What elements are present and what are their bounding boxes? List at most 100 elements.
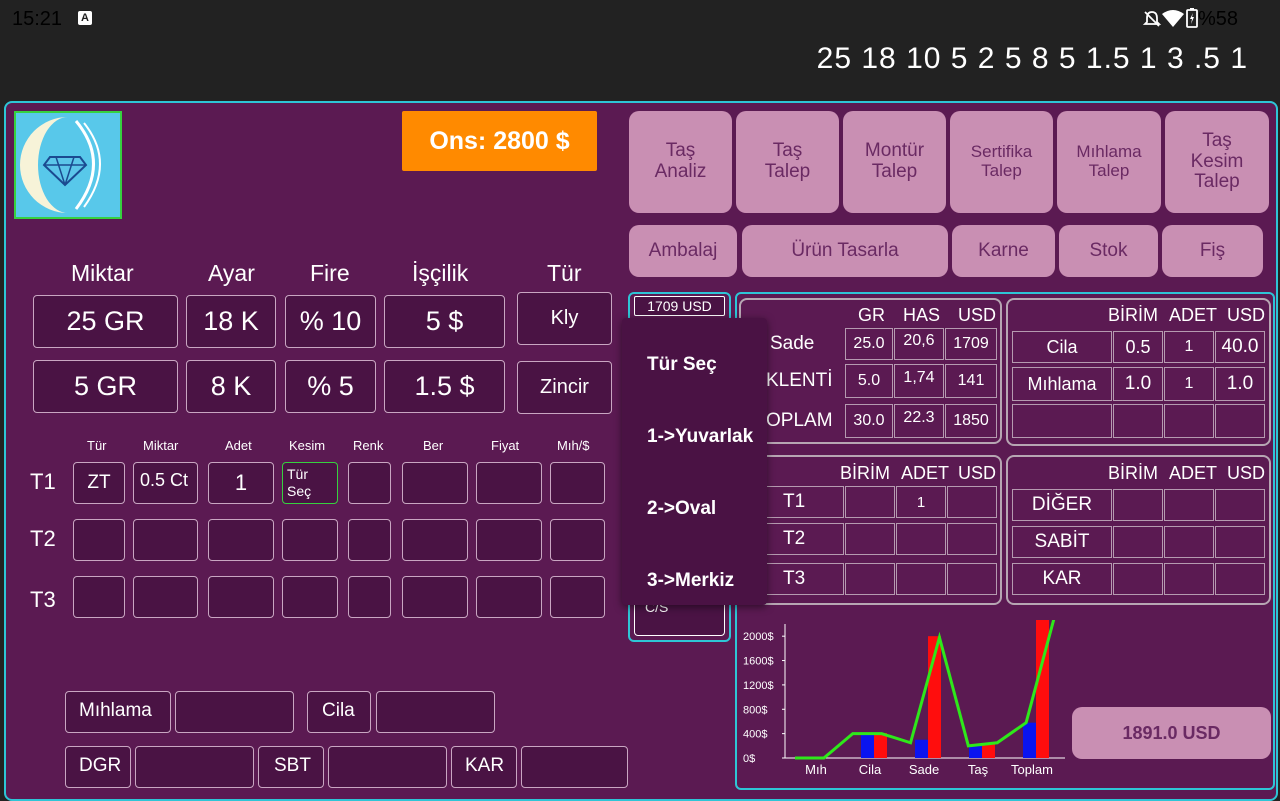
empty-cell [1215, 404, 1265, 438]
t3-tur-input[interactable] [73, 576, 125, 618]
sbt-input[interactable] [328, 746, 447, 788]
tas-talep-button[interactable]: Taş Talep [736, 111, 839, 213]
a-badge-icon: A [78, 11, 92, 25]
kar-input[interactable] [521, 746, 628, 788]
dgr-label-box: DGR [65, 746, 131, 788]
kar-row-label: KAR [1012, 563, 1112, 595]
row-label-t2: T2 [30, 526, 56, 551]
iscilik-input-1[interactable]: 5 $ [384, 295, 505, 348]
ayar-input-1[interactable]: 18 K [186, 295, 276, 348]
t3-ber-input[interactable] [402, 576, 468, 618]
ticker-values: 25 18 10 5 2 5 8 5 1.5 1 3 .5 1 [816, 42, 1248, 75]
ambalaj-button[interactable]: Ambalaj [629, 225, 737, 277]
stone-renk-header: Renk [353, 438, 384, 453]
sabit-row-label: SABİT [1012, 526, 1112, 558]
t1-adet-input[interactable]: 1 [208, 462, 274, 504]
t3-renk-input[interactable] [348, 576, 391, 618]
cila-birim-header: BİRİM [1108, 305, 1159, 325]
stone-adet-header: Adet [225, 438, 252, 453]
dropdown-title: Tür Seç [647, 354, 717, 375]
urun-tasarla-button[interactable]: Ürün Tasarla [742, 225, 948, 277]
tas-analiz-button[interactable]: Taş Analiz [629, 111, 732, 213]
cila-usd-cell: 40.0 [1215, 331, 1265, 363]
sertifika-talep-button[interactable]: Sertifika Talep [950, 111, 1053, 213]
extras-birim-header: BİRİM [1108, 463, 1159, 483]
usd-value-box: 1709 USD [634, 296, 725, 316]
t1-kesim-select[interactable]: Tür Seç [282, 462, 338, 504]
chart-x-tick-label: Sade [909, 762, 939, 777]
t2-renk-input[interactable] [348, 519, 391, 561]
t2-adet-input[interactable] [208, 519, 274, 561]
gold-gr-header: GR [858, 305, 885, 325]
t1-tur-input[interactable]: ZT [73, 462, 125, 504]
t3-miktar-input[interactable] [133, 576, 198, 618]
sbt-label-box: SBT [258, 746, 324, 788]
mihlama-row-label: Mıhlama [1012, 367, 1112, 401]
t3-mih-input[interactable] [550, 576, 605, 618]
t1-miktar-input[interactable]: 0.5 Ct [133, 462, 198, 504]
t3-adet-input[interactable] [208, 576, 274, 618]
fis-button[interactable]: Fiş [1162, 225, 1263, 277]
fire-header: Fire [310, 260, 350, 286]
ayar-input-2[interactable]: 8 K [186, 360, 276, 413]
diger-birim-cell [1113, 489, 1163, 521]
mihlama-input[interactable] [175, 691, 294, 733]
tur-select-2[interactable]: Zincir [517, 361, 612, 414]
stone-usd-header: USD [958, 463, 997, 483]
montur-talep-button[interactable]: Montür Talep [843, 111, 946, 213]
dropdown-option-oval[interactable]: 2->Oval [647, 498, 716, 520]
empty-cell [1113, 404, 1163, 438]
stone-adet-cell [896, 563, 946, 595]
chart-x-tick-label: Toplam [1011, 762, 1053, 777]
dgr-input[interactable] [135, 746, 254, 788]
t1-renk-input[interactable] [348, 462, 391, 504]
row-label-t1: T1 [30, 469, 56, 494]
diger-usd-cell [1215, 489, 1265, 521]
stone-usd-cell [947, 486, 997, 518]
t1-ber-input[interactable] [402, 462, 468, 504]
fire-input-2[interactable]: % 5 [285, 360, 376, 413]
chart-y-tick-label: 1200$ [743, 680, 774, 692]
mihlama-talep-button[interactable]: Mıhlama Talep [1057, 111, 1161, 213]
t2-ber-input[interactable] [402, 519, 468, 561]
dropdown-option-yuvarlak[interactable]: 1->Yuvarlak [647, 426, 753, 448]
dropdown-option-merkiz[interactable]: 3->Merkiz [647, 570, 734, 592]
stok-button[interactable]: Stok [1059, 225, 1158, 277]
tur-select-1[interactable]: Kly [517, 292, 612, 345]
t3-fiyat-input[interactable] [476, 576, 542, 618]
t2-kesim-select[interactable] [282, 519, 338, 561]
t3-kesim-select[interactable] [282, 576, 338, 618]
extras-adet-header: ADET [1169, 463, 1218, 483]
total-usd-button[interactable]: 1891.0 USD [1072, 707, 1271, 759]
cila-input[interactable] [376, 691, 495, 733]
cila-birim-cell: 0.5 [1113, 331, 1163, 363]
empty-row-label [1012, 404, 1112, 438]
chart-y-tick-label: 800$ [743, 704, 767, 716]
stone-birim-header: BİRİM [840, 463, 891, 483]
ons-price-button[interactable]: Ons: 2800 $ [402, 111, 597, 171]
t1-fiyat-input[interactable] [476, 462, 542, 504]
chart-bar [874, 733, 887, 758]
fire-input-1[interactable]: % 10 [285, 295, 376, 348]
battery-icon [1186, 8, 1198, 28]
stone-row-label: T2 [766, 523, 844, 555]
sabit-adet-cell [1164, 526, 1214, 558]
iscilik-input-2[interactable]: 1.5 $ [384, 360, 505, 413]
stone-adet-header: ADET [901, 463, 950, 483]
empty-cell [1164, 404, 1214, 438]
t2-mih-input[interactable] [550, 519, 605, 561]
karne-button[interactable]: Karne [952, 225, 1055, 277]
tas-kesim-talep-button[interactable]: Taş Kesim Talep [1165, 111, 1269, 213]
app-logo[interactable] [14, 111, 122, 219]
kar-birim-cell [1113, 563, 1163, 595]
gold-row-label: OPLAM [766, 410, 833, 431]
t2-miktar-input[interactable] [133, 519, 198, 561]
t2-tur-input[interactable] [73, 519, 125, 561]
stone-adet-cell: 1 [896, 486, 946, 518]
miktar-input-2[interactable]: 5 GR [33, 360, 178, 413]
gold-has-header: HAS [903, 305, 941, 325]
gold-usd-cell: 1709 [945, 328, 997, 360]
t1-mih-input[interactable] [550, 462, 605, 504]
t2-fiyat-input[interactable] [476, 519, 542, 561]
miktar-input-1[interactable]: 25 GR [33, 295, 178, 348]
